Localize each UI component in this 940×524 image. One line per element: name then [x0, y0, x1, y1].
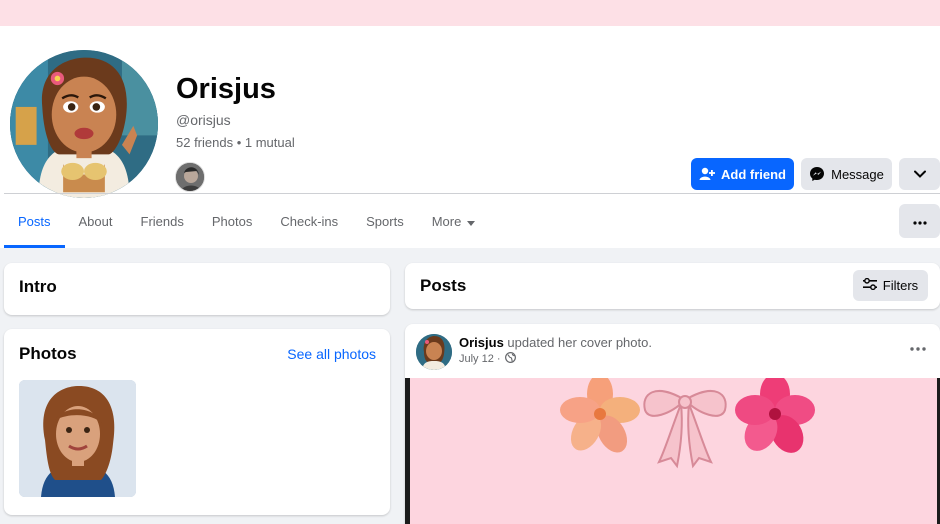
- tab-friends-label: Friends: [140, 213, 184, 229]
- profile-avatar-illustration: [10, 50, 158, 198]
- chevron-down-icon: [913, 170, 926, 178]
- add-friend-label: Add friend: [721, 166, 786, 182]
- globe-icon: [504, 352, 516, 366]
- message-label: Message: [831, 166, 884, 182]
- tab-sports-label: Sports: [366, 213, 404, 229]
- cover-flowers-illustration: [410, 378, 937, 524]
- more-dots-icon: [912, 212, 927, 230]
- photo-thumbnail-image: [19, 380, 136, 497]
- friends-count[interactable]: 52 friends • 1 mutual: [176, 135, 295, 150]
- post-date[interactable]: July 12 ·: [459, 353, 501, 365]
- see-all-photos-link[interactable]: See all photos: [287, 346, 376, 362]
- profile-picture[interactable]: [6, 46, 162, 202]
- filters-button[interactable]: Filters: [853, 270, 928, 301]
- tab-about-label: About: [78, 213, 113, 229]
- tab-friends[interactable]: Friends: [127, 194, 198, 248]
- post-action-text: updated her cover photo.: [507, 335, 652, 350]
- tab-photos-label: Photos: [211, 213, 253, 229]
- photos-card: Photos See all photos: [4, 329, 390, 515]
- post-card: Orisjus updated her cover photo. July 12…: [405, 324, 940, 524]
- tab-check-ins[interactable]: Check-ins: [266, 194, 352, 248]
- sliders-icon: [862, 277, 877, 293]
- tab-posts[interactable]: Posts: [4, 194, 65, 248]
- tab-about[interactable]: About: [65, 194, 127, 248]
- post-author-avatar-image: [416, 334, 452, 370]
- tab-more[interactable]: More: [418, 194, 490, 248]
- intro-card: Intro: [4, 263, 390, 315]
- person-plus-icon: [699, 166, 715, 182]
- profile-header: Orisjus @orisjus 52 friends • 1 mutual A…: [0, 26, 940, 248]
- profile-more-options-button[interactable]: [899, 204, 940, 238]
- more-profile-actions-button[interactable]: [899, 158, 940, 190]
- posts-title: Posts: [420, 276, 467, 295]
- tab-check-ins-label: Check-ins: [280, 213, 339, 229]
- profile-name: Orisjus: [176, 73, 276, 105]
- profile-handle: @orisjus: [176, 112, 231, 128]
- post-options-button[interactable]: [910, 338, 926, 356]
- message-button[interactable]: Message: [801, 158, 892, 190]
- post-author-line: Orisjus updated her cover photo.: [459, 335, 652, 350]
- photos-title: Photos: [19, 344, 77, 363]
- mutual-friend-avatar[interactable]: [175, 162, 205, 192]
- posts-header-card: Posts Filters: [405, 263, 940, 309]
- tab-sports[interactable]: Sports: [352, 194, 418, 248]
- photo-thumbnail[interactable]: [19, 380, 136, 497]
- tab-photos[interactable]: Photos: [198, 194, 266, 248]
- tab-posts-label: Posts: [18, 213, 51, 229]
- filters-label: Filters: [882, 278, 919, 293]
- intro-title: Intro: [19, 277, 57, 296]
- messenger-icon: [809, 166, 825, 182]
- mutual-friend-photo: [176, 163, 204, 191]
- tab-more-label: More: [431, 213, 462, 229]
- post-meta: July 12 ·: [459, 352, 516, 366]
- post-cover-image[interactable]: [405, 378, 940, 524]
- more-dots-icon: [910, 338, 926, 355]
- profile-tabs: Posts About Friends Photos Check-ins Spo…: [4, 194, 489, 248]
- post-author-avatar[interactable]: [416, 334, 452, 370]
- caret-down-icon: [467, 214, 476, 229]
- add-friend-button[interactable]: Add friend: [691, 158, 794, 190]
- cover-photo-strip[interactable]: [0, 0, 940, 26]
- post-author-name[interactable]: Orisjus: [459, 335, 504, 350]
